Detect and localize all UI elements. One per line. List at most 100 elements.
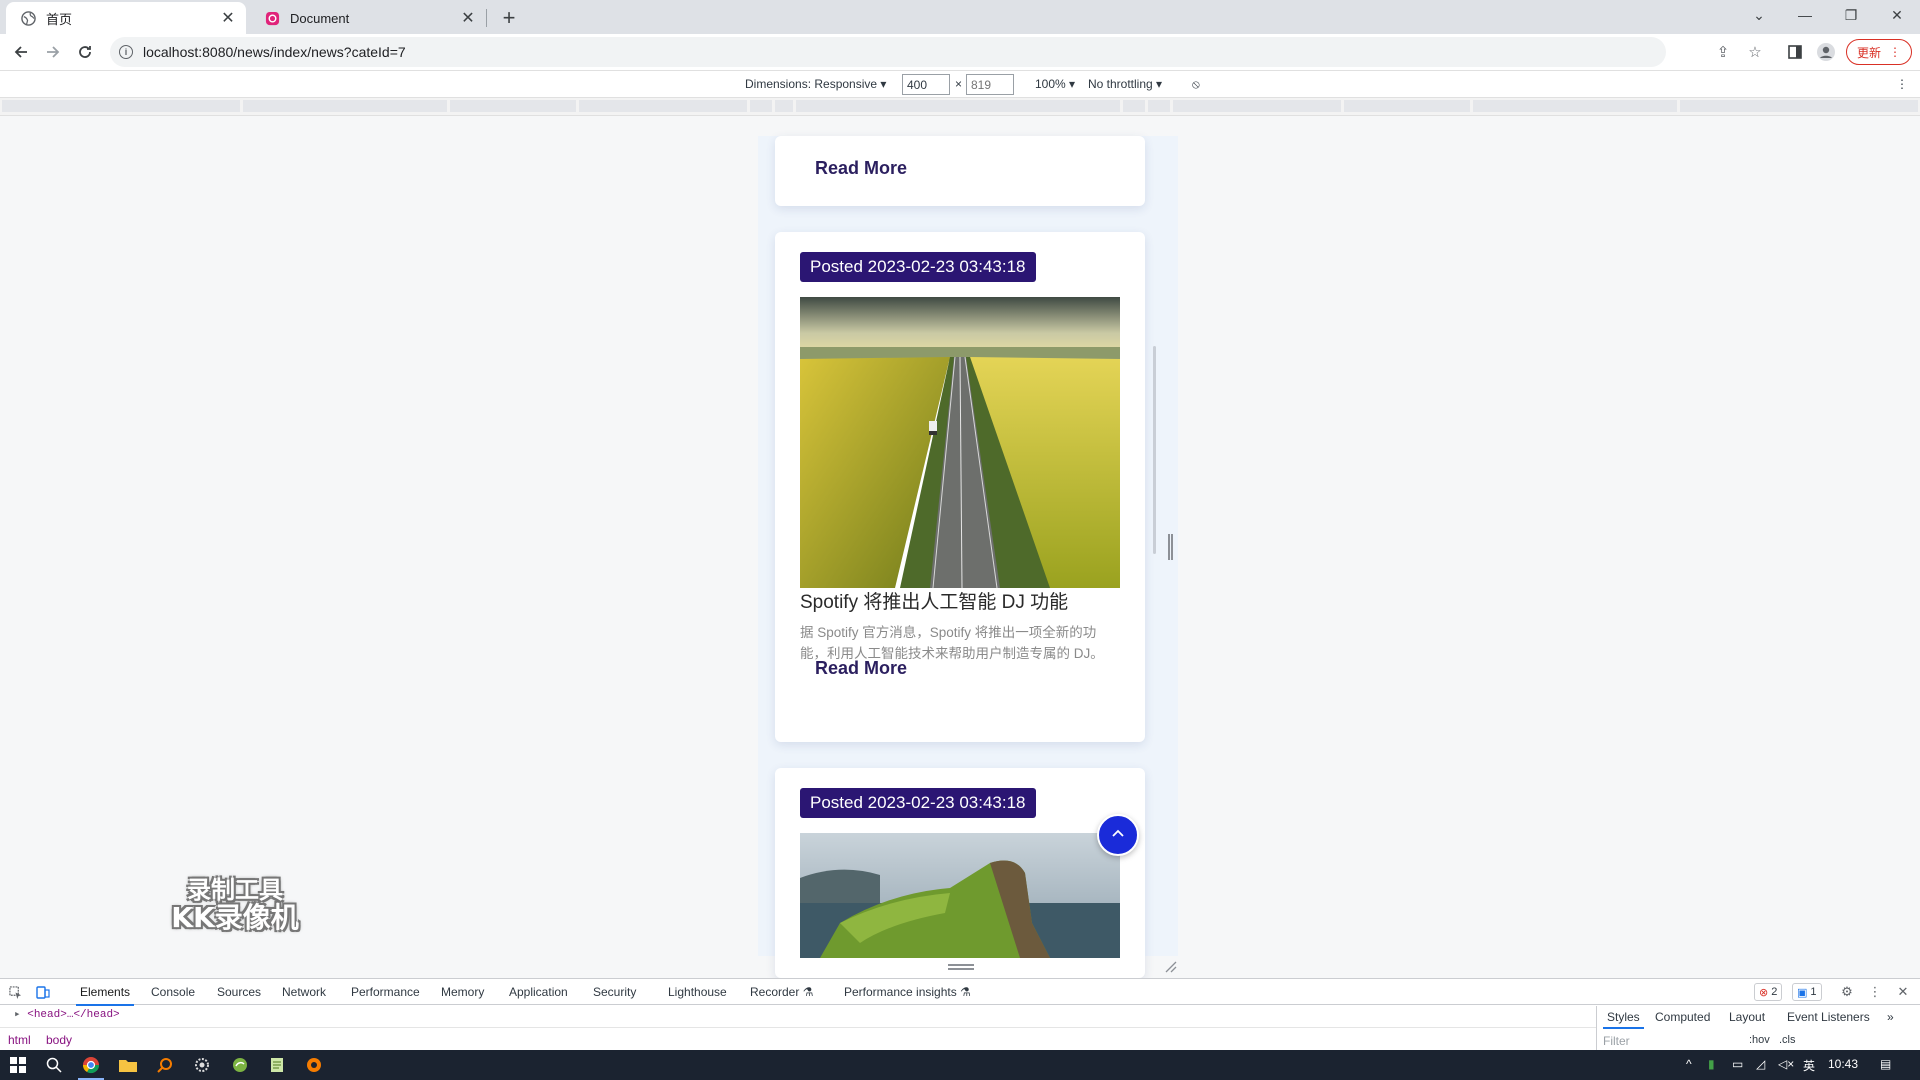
tab-console[interactable]: Console [151, 985, 195, 999]
settings-gear-icon[interactable]: ⚙ [1838, 983, 1856, 1001]
tray-expand-icon[interactable]: ^ [1686, 1057, 1692, 1071]
tab-event-listeners[interactable]: Event Listeners [1787, 1010, 1870, 1024]
media-query-bar[interactable] [0, 98, 1920, 116]
update-label: 更新 [1856, 45, 1881, 60]
tab-memory[interactable]: Memory [441, 985, 484, 999]
app-favicon-icon [264, 10, 280, 26]
tab-lighthouse[interactable]: Lighthouse [668, 985, 727, 999]
viewport-height-input[interactable] [966, 74, 1014, 95]
viewport-width-input[interactable] [902, 74, 950, 95]
battery-icon[interactable]: ▭ [1732, 1057, 1743, 1071]
chevron-up-icon [1110, 825, 1126, 846]
tab-sources[interactable]: Sources [217, 985, 261, 999]
file-explorer-icon[interactable] [116, 1054, 140, 1076]
read-more-link[interactable]: Read More [815, 158, 907, 179]
chrome-icon[interactable] [79, 1054, 103, 1076]
back-icon[interactable] [8, 39, 34, 65]
back-to-top-button[interactable] [1097, 814, 1139, 856]
cls-toggle[interactable]: .cls [1779, 1034, 1796, 1046]
bookmark-star-icon[interactable]: ☆ [1746, 43, 1764, 61]
inspect-element-icon[interactable] [6, 983, 24, 1001]
breadcrumb-html[interactable]: html [8, 1033, 31, 1047]
viewport-bottom-resize-handle[interactable] [948, 964, 974, 970]
tab-network[interactable]: Network [282, 985, 326, 999]
new-tab-button[interactable]: + [496, 5, 522, 31]
tab-application[interactable]: Application [509, 985, 568, 999]
share-icon[interactable]: ⇪ [1714, 43, 1732, 61]
throttling-select[interactable]: No throttling ▾ [1088, 77, 1162, 91]
close-tab-icon[interactable]: ✕ [458, 8, 478, 28]
restore-icon[interactable]: ❐ [1828, 0, 1874, 30]
reload-icon[interactable] [72, 39, 98, 65]
news-card: Posted 2023-02-23 03:43:18 [775, 768, 1145, 978]
profile-avatar-icon[interactable] [1815, 41, 1837, 63]
settings-app-icon[interactable] [190, 1054, 214, 1076]
address-bar[interactable]: i localhost:8080/news/index/news?cateId=… [110, 37, 1762, 67]
tab-separator [486, 9, 487, 27]
dom-breadcrumbs: html body [0, 1027, 1596, 1051]
site-info-icon[interactable]: i [119, 45, 133, 59]
tab-search-icon[interactable]: ⌄ [1736, 0, 1782, 30]
tab-title: Document [290, 10, 350, 26]
tab-performance-insights[interactable]: Performance insights ⚗ [844, 985, 971, 999]
tray-app-icon[interactable]: ▮ [1708, 1057, 1715, 1071]
recorder-app-icon[interactable] [302, 1054, 326, 1076]
devtools-more-icon[interactable]: ⋮ [1866, 983, 1884, 1001]
windows-start-icon[interactable] [6, 1054, 30, 1076]
ime-indicator[interactable]: 英 [1803, 1057, 1815, 1074]
volume-icon[interactable]: ◁× [1778, 1057, 1794, 1071]
windows-taskbar: ^ ▮ ▭ ◿ ◁× 英 10:43 ▤ [0, 1050, 1920, 1080]
devtools-tab-bar: Elements Console Sources Network Perform… [0, 979, 1920, 1006]
news-title[interactable]: Spotify 将推出人工智能 DJ 功能 [800, 587, 1068, 614]
news-image-coastal-cliff[interactable] [800, 833, 1120, 958]
posted-date-badge: Posted 2023-02-23 03:43:18 [800, 252, 1036, 282]
styles-filter-input[interactable]: Filter [1603, 1030, 1743, 1050]
clock-time[interactable]: 10:43 [1828, 1057, 1858, 1071]
side-panel-icon[interactable] [1784, 41, 1806, 63]
device-more-icon[interactable]: ⋮ [1896, 77, 1908, 91]
close-devtools-icon[interactable]: ✕ [1894, 983, 1912, 1001]
search-icon[interactable] [42, 1054, 66, 1076]
tab-elements[interactable]: Elements [75, 985, 135, 1006]
read-more-link[interactable]: Read More [815, 658, 907, 679]
update-button[interactable]: 更新 ⋮ [1846, 39, 1912, 65]
breadcrumb-body[interactable]: body [46, 1033, 72, 1047]
viewport-scrollbar[interactable] [1153, 346, 1156, 554]
hov-toggle[interactable]: :hov [1749, 1034, 1770, 1046]
dom-tree-node[interactable]: ▸ <head>…</head> [14, 1007, 120, 1021]
network-icon[interactable]: ◿ [1756, 1057, 1765, 1071]
search-tool-icon[interactable] [153, 1054, 177, 1076]
tab-performance[interactable]: Performance [351, 985, 420, 999]
browser-toolbar: i localhost:8080/news/index/news?cateId=… [0, 34, 1920, 70]
error-icon: ⊗ [1759, 986, 1769, 999]
close-tab-icon[interactable]: ✕ [218, 8, 238, 28]
tab-layout[interactable]: Layout [1729, 1010, 1765, 1024]
dimensions-select[interactable]: Dimensions: Responsive ▾ [745, 77, 886, 91]
tab-computed[interactable]: Computed [1655, 1010, 1710, 1024]
tab-home[interactable]: 首页 ✕ [6, 2, 246, 34]
tab-document[interactable]: Document ✕ [250, 2, 486, 34]
tab-title: 首页 [46, 11, 73, 27]
news-card: Posted 2023-02-23 03:43:18 [775, 232, 1145, 742]
device-toolbar: Dimensions: Responsive ▾ × 100% ▾ No thr… [0, 70, 1920, 98]
browser-tab-strip: 首页 ✕ Document ✕ + ⌄ — ❐ ✕ [0, 0, 1920, 34]
forward-icon[interactable] [40, 39, 66, 65]
error-count-badge[interactable]: ⊗ 2 [1754, 983, 1783, 1001]
close-window-icon[interactable]: ✕ [1874, 0, 1920, 30]
minimize-icon[interactable]: — [1782, 0, 1828, 30]
times-sign: × [955, 77, 963, 91]
tab-styles[interactable]: Styles [1603, 1010, 1644, 1029]
device-toolbar-toggle-icon[interactable] [34, 983, 52, 1001]
notepad-icon[interactable] [265, 1054, 289, 1076]
message-count-badge[interactable]: ▣ 1 [1792, 983, 1822, 1001]
green-app-icon[interactable] [228, 1054, 252, 1076]
notification-center-icon[interactable]: ▤ [1880, 1057, 1891, 1071]
zoom-select[interactable]: 100% ▾ [1035, 77, 1075, 91]
viewport-corner-resize-handle[interactable] [1164, 960, 1178, 974]
more-tabs-icon[interactable]: » [1887, 1010, 1894, 1024]
viewport-right-resize-handle[interactable] [1168, 534, 1174, 560]
news-image-road-fields[interactable] [800, 297, 1120, 588]
tab-recorder[interactable]: Recorder ⚗ [750, 985, 813, 999]
tab-security[interactable]: Security [593, 985, 636, 999]
rotate-icon[interactable]: ⦸ [1192, 77, 1200, 92]
